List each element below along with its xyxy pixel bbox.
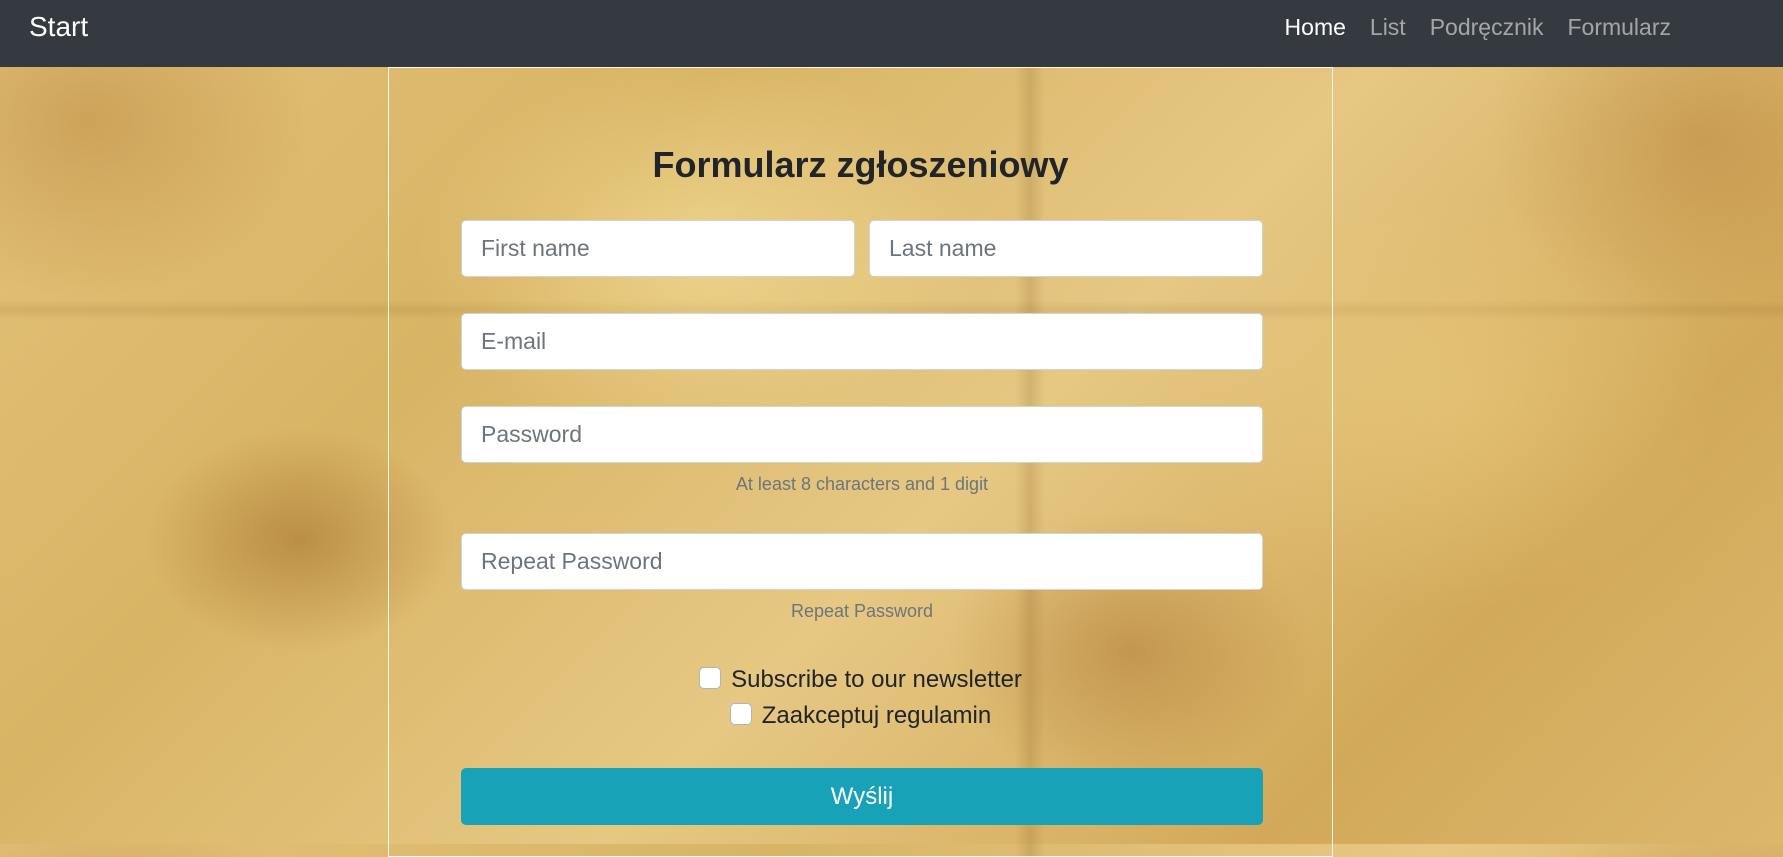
newsletter-label[interactable]: Subscribe to our newsletter xyxy=(731,666,1022,693)
last-name-input[interactable] xyxy=(869,220,1263,277)
top-navbar: Start Home List Podręcznik Formularz xyxy=(0,0,1783,67)
email-input[interactable] xyxy=(461,313,1263,370)
navbar-brand[interactable]: Start xyxy=(29,0,88,67)
newsletter-checkbox-row: Subscribe to our newsletter xyxy=(389,665,1332,695)
nav-link-podrecznik[interactable]: Podręcznik xyxy=(1418,14,1556,41)
nav-link-formularz[interactable]: Formularz xyxy=(1555,14,1683,41)
nav-links: Home List Podręcznik Formularz xyxy=(1273,0,1683,54)
first-name-input[interactable] xyxy=(461,220,855,277)
terms-checkbox[interactable] xyxy=(729,702,752,725)
nav-link-list[interactable]: List xyxy=(1358,14,1418,41)
nav-link-home[interactable]: Home xyxy=(1273,14,1358,41)
password-input[interactable] xyxy=(461,406,1263,463)
password-hint: At least 8 characters and 1 digit xyxy=(735,474,989,494)
form-title: Formularz zgłoszeniowy xyxy=(652,144,1069,185)
newsletter-checkbox[interactable] xyxy=(699,666,722,689)
submit-button[interactable]: Wyślij xyxy=(461,768,1263,825)
terms-label[interactable]: Zaakceptuj regulamin xyxy=(762,702,991,729)
form-panel: Formularz zgłoszeniowy At least 8 charac… xyxy=(388,67,1333,857)
terms-checkbox-row: Zaakceptuj regulamin xyxy=(389,701,1332,731)
repeat-password-input[interactable] xyxy=(461,533,1263,590)
repeat-password-hint: Repeat Password xyxy=(790,601,934,621)
